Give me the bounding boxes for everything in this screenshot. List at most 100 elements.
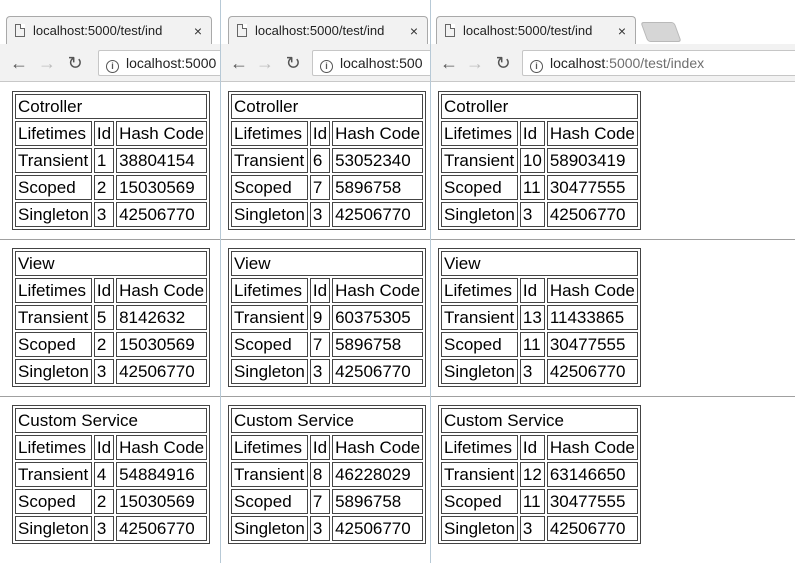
hash-code-cell: 5896758 <box>332 175 424 200</box>
page-icon <box>237 24 247 37</box>
address-bar[interactable]: i localhost:500 <box>312 50 430 76</box>
table-row: Scoped 2 15030569 <box>15 175 208 200</box>
tab-strip: localhost:5000/test/ind × <box>430 0 795 44</box>
address-bar[interactable]: i localhost:5000 <box>98 50 220 76</box>
column-header: Lifetimes <box>15 121 92 146</box>
table-row: Scoped 7 5896758 <box>231 175 424 200</box>
column-header: Lifetimes <box>441 121 518 146</box>
forward-icon[interactable]: → <box>254 52 276 74</box>
column-header: Hash Code <box>116 435 208 460</box>
lifetime-cell: Singleton <box>15 359 92 384</box>
hash-code-cell: 15030569 <box>116 332 208 357</box>
id-cell: 3 <box>309 516 331 541</box>
hash-code-cell: 54884916 <box>116 462 208 487</box>
table-title: View <box>441 251 638 276</box>
lifetime-cell: Transient <box>441 462 518 487</box>
table-row: Singleton 3 42506770 <box>15 202 208 227</box>
page-content: Cotroller Lifetimes Id Hash Code Transient 6 5… <box>220 83 430 563</box>
lifetime-cell: Scoped <box>231 175 308 200</box>
info-icon[interactable]: i <box>106 60 119 73</box>
column-header: Id <box>519 278 545 303</box>
close-icon[interactable]: × <box>191 23 205 39</box>
lifetime-table: Cotroller Lifetimes Id Hash Code Transient 1 3… <box>12 91 211 230</box>
hash-code-cell: 15030569 <box>116 489 208 514</box>
page-content: Cotroller Lifetimes Id Hash Code Transient 1 3… <box>0 83 220 563</box>
column-header: Lifetimes <box>231 278 308 303</box>
id-cell: 2 <box>93 489 115 514</box>
hash-code-cell: 8142632 <box>116 305 208 330</box>
section-divider <box>430 396 795 397</box>
close-icon[interactable]: × <box>615 23 629 39</box>
column-header: Hash Code <box>332 278 424 303</box>
column-header: Hash Code <box>546 278 638 303</box>
forward-icon[interactable]: → <box>464 52 486 74</box>
close-icon[interactable]: × <box>407 23 421 39</box>
table-title: Custom Service <box>231 408 424 433</box>
table-title-row: View <box>441 251 638 276</box>
page-icon <box>15 24 25 37</box>
section-divider <box>220 239 430 240</box>
table-header-row: Lifetimes Id Hash Code <box>231 435 424 460</box>
table-row: Transient 8 46228029 <box>231 462 424 487</box>
lifetime-cell: Transient <box>15 462 92 487</box>
id-cell: 3 <box>93 202 115 227</box>
reload-icon[interactable]: ↻ <box>64 52 86 74</box>
hash-code-cell: 46228029 <box>332 462 424 487</box>
forward-icon[interactable]: → <box>36 52 58 74</box>
info-icon[interactable]: i <box>530 60 543 73</box>
tab-strip: localhost:5000/test/ind × <box>0 0 220 44</box>
section-divider <box>220 396 430 397</box>
table-header-row: Lifetimes Id Hash Code <box>15 278 208 303</box>
column-header: Hash Code <box>116 121 208 146</box>
page-icon <box>445 24 455 37</box>
browser-window: localhost:5000/test/ind × ← → ↻ i localhost:50… <box>220 0 430 563</box>
table-header-row: Lifetimes Id Hash Code <box>441 278 638 303</box>
lifetime-cell: Scoped <box>441 175 518 200</box>
table-row: Singleton 3 42506770 <box>441 202 638 227</box>
column-header: Lifetimes <box>441 435 518 460</box>
id-cell: 8 <box>309 462 331 487</box>
reload-icon[interactable]: ↻ <box>492 52 514 74</box>
browser-tab[interactable]: localhost:5000/test/ind × <box>436 16 636 44</box>
id-cell: 13 <box>519 305 545 330</box>
lifetime-table: Custom Service Lifetimes Id Hash Code Transi… <box>12 405 211 544</box>
table-title: Cotroller <box>231 94 424 119</box>
column-header: Id <box>93 435 115 460</box>
lifetime-cell: Singleton <box>441 359 518 384</box>
browser-toolbar: ← → ↻ i localhost:5000/test/index <box>430 44 795 82</box>
section-divider <box>0 239 220 240</box>
lifetime-table: View Lifetimes Id Hash Code Transient 13 11433… <box>438 248 641 387</box>
back-icon[interactable]: ← <box>438 52 460 74</box>
column-header: Id <box>309 435 331 460</box>
url-host: localhost:5000 <box>126 55 217 71</box>
table-row: Transient 5 8142632 <box>15 305 208 330</box>
table-row: Singleton 3 42506770 <box>15 359 208 384</box>
browser-tab[interactable]: localhost:5000/test/ind × <box>6 16 212 44</box>
hash-code-cell: 58903419 <box>546 148 638 173</box>
hash-code-cell: 38804154 <box>116 148 208 173</box>
table-row: Singleton 3 42506770 <box>441 359 638 384</box>
table-row: Transient 6 53052340 <box>231 148 424 173</box>
lifetime-cell: Transient <box>441 148 518 173</box>
back-icon[interactable]: ← <box>228 52 250 74</box>
info-icon[interactable]: i <box>320 60 333 73</box>
lifetime-cell: Scoped <box>15 489 92 514</box>
tab-title: localhost:5000/test/ind <box>33 23 163 38</box>
back-icon[interactable]: ← <box>8 52 30 74</box>
table-header-row: Lifetimes Id Hash Code <box>441 121 638 146</box>
table-row: Singleton 3 42506770 <box>231 359 424 384</box>
table-title-row: Custom Service <box>441 408 638 433</box>
column-header: Lifetimes <box>441 278 518 303</box>
address-bar[interactable]: i localhost:5000/test/index <box>522 50 795 76</box>
browser-tab[interactable]: localhost:5000/test/ind × <box>228 16 428 44</box>
reload-icon[interactable]: ↻ <box>282 52 304 74</box>
hash-code-cell: 30477555 <box>546 332 638 357</box>
new-tab-button[interactable] <box>640 22 682 42</box>
id-cell: 2 <box>93 175 115 200</box>
lifetime-cell: Singleton <box>15 202 92 227</box>
browser-toolbar: ← → ↻ i localhost:5000 <box>0 44 220 82</box>
table-title-row: View <box>231 251 424 276</box>
section-divider <box>0 396 220 397</box>
lifetime-cell: Singleton <box>231 359 308 384</box>
table-title-row: Custom Service <box>15 408 208 433</box>
